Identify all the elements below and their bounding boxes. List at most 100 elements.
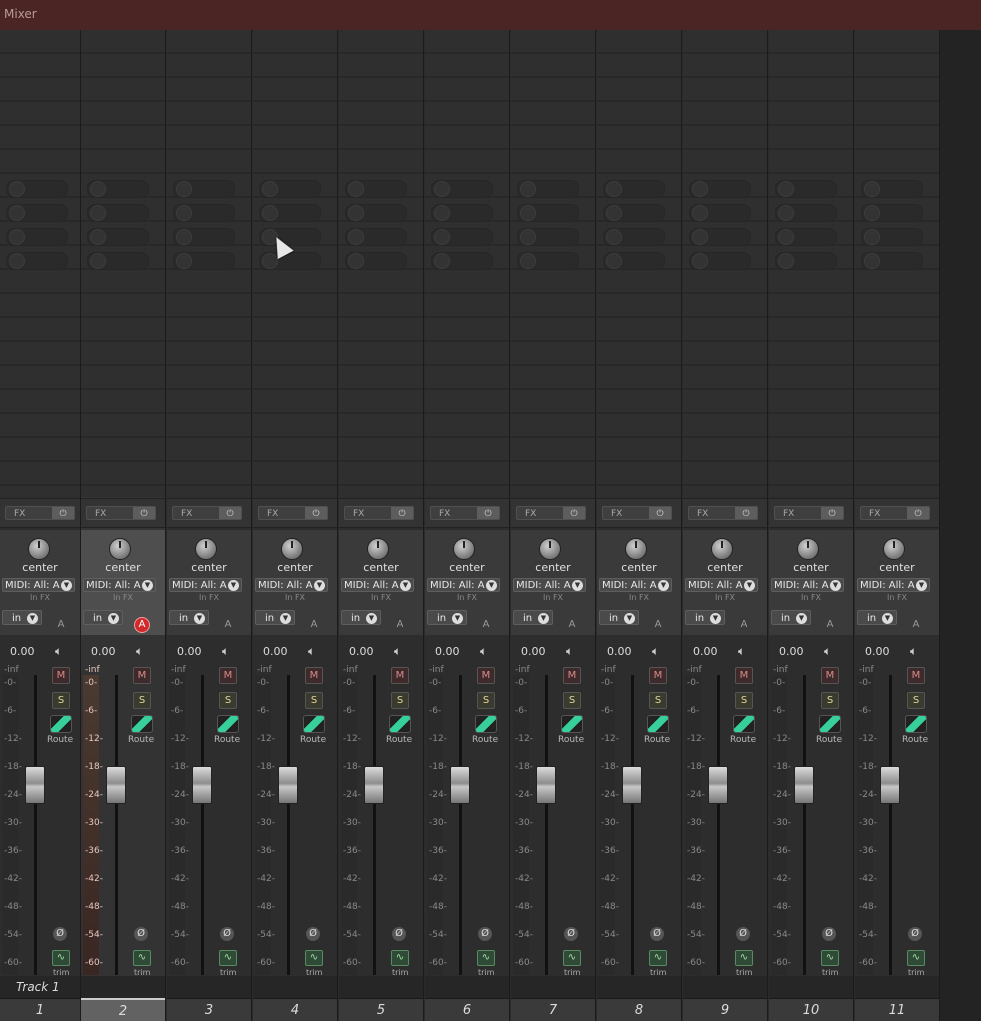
volume-fader[interactable] — [880, 766, 900, 804]
solo-button[interactable]: S — [649, 692, 667, 709]
send-slot[interactable] — [259, 252, 321, 270]
volume-fader[interactable] — [25, 766, 45, 804]
fx-power-icon[interactable]: ⏻ — [219, 507, 241, 519]
envelope-icon[interactable]: ∿ — [477, 950, 495, 966]
send-knob-icon[interactable] — [176, 205, 192, 221]
send-knob-icon[interactable] — [520, 229, 536, 245]
send-slot[interactable] — [173, 204, 235, 222]
solo-button[interactable]: S — [305, 692, 323, 709]
envelope-icon[interactable]: ∿ — [821, 950, 839, 966]
track-number-row[interactable]: 7 — [511, 998, 595, 1021]
volume-fader[interactable] — [106, 766, 126, 804]
track-number-row[interactable]: 8 — [597, 998, 681, 1021]
mute-button[interactable]: M — [563, 667, 581, 684]
track-number-row[interactable]: 1 — [0, 998, 80, 1021]
send-slot[interactable] — [87, 252, 149, 270]
solo-button[interactable]: S — [907, 692, 925, 709]
envelope-icon[interactable]: ∿ — [52, 950, 70, 966]
speaker-icon[interactable]: 🔈︎ — [394, 644, 401, 659]
automation-button[interactable]: A — [908, 617, 924, 633]
midi-input-selector[interactable]: MIDI: All: A ▼ — [685, 578, 758, 592]
track-number-row[interactable]: 2 — [81, 998, 165, 1021]
send-knob-icon[interactable] — [864, 229, 880, 245]
pan-knob[interactable] — [195, 538, 217, 560]
midi-input-selector[interactable]: MIDI: All: A ▼ — [513, 578, 586, 592]
midi-input-selector[interactable]: MIDI: All: A ▼ — [169, 578, 242, 592]
send-slot[interactable] — [517, 252, 579, 270]
track-number-row[interactable]: 5 — [339, 998, 423, 1021]
speaker-icon[interactable]: 🔈︎ — [308, 644, 315, 659]
route-icon[interactable] — [475, 715, 497, 733]
send-slot[interactable] — [87, 204, 149, 222]
midi-input-selector[interactable]: MIDI: All: A ▼ — [857, 578, 930, 592]
solo-button[interactable]: S — [563, 692, 581, 709]
send-knob-icon[interactable] — [606, 253, 622, 269]
send-slot[interactable] — [861, 228, 923, 246]
send-slot[interactable] — [689, 252, 751, 270]
speaker-icon[interactable]: 🔈︎ — [136, 644, 143, 659]
track-name-row[interactable] — [511, 976, 595, 998]
send-slot[interactable] — [603, 228, 665, 246]
send-slot[interactable] — [775, 204, 837, 222]
envelope-icon[interactable]: ∿ — [649, 950, 667, 966]
mute-button[interactable]: M — [477, 667, 495, 684]
send-knob-icon[interactable] — [262, 181, 278, 197]
speaker-icon[interactable]: 🔈︎ — [480, 644, 487, 659]
solo-button[interactable]: S — [133, 692, 151, 709]
envelope-icon[interactable]: ∿ — [907, 950, 925, 966]
send-knob-icon[interactable] — [90, 229, 106, 245]
speaker-icon[interactable]: 🔈︎ — [55, 644, 62, 659]
fx-list[interactable] — [769, 30, 853, 497]
track-name-row[interactable] — [339, 976, 423, 998]
route-icon[interactable] — [131, 715, 153, 733]
volume-fader[interactable] — [708, 766, 728, 804]
send-slot[interactable] — [431, 228, 493, 246]
mute-button[interactable]: M — [305, 667, 323, 684]
route-icon[interactable] — [733, 715, 755, 733]
mute-button[interactable]: M — [52, 667, 70, 684]
mixer-strip-5[interactable]: FX ⏻ center MIDI: All: A ▼ In FX in ▼ A 0.00 🔈︎ -in… — [339, 30, 424, 1021]
fx-button[interactable]: FX ⏻ — [86, 506, 156, 520]
automation-button[interactable]: A — [134, 617, 150, 633]
fx-button[interactable]: FX ⏻ — [172, 506, 242, 520]
fx-power-icon[interactable]: ⏻ — [649, 507, 671, 519]
mute-button[interactable]: M — [391, 667, 409, 684]
send-knob-icon[interactable] — [262, 205, 278, 221]
fx-list[interactable] — [425, 30, 509, 497]
mute-button[interactable]: M — [735, 667, 753, 684]
pan-knob[interactable] — [281, 538, 303, 560]
solo-button[interactable]: S — [735, 692, 753, 709]
send-slot[interactable] — [431, 180, 493, 198]
solo-button[interactable]: S — [52, 692, 70, 709]
send-slot[interactable] — [259, 180, 321, 198]
input-monitor-button[interactable]: in ▼ — [857, 610, 897, 625]
send-knob-icon[interactable] — [778, 229, 794, 245]
input-monitor-button[interactable]: in ▼ — [341, 610, 381, 625]
send-slot[interactable] — [173, 228, 235, 246]
solo-button[interactable]: S — [821, 692, 839, 709]
send-slot[interactable] — [431, 252, 493, 270]
mixer-strip-11[interactable]: FX ⏻ center MIDI: All: A ▼ In FX in ▼ A 0.00 🔈︎ -in… — [855, 30, 940, 1021]
send-slot[interactable] — [173, 180, 235, 198]
fx-button[interactable]: FX ⏻ — [5, 506, 75, 520]
send-knob-icon[interactable] — [434, 205, 450, 221]
route-icon[interactable] — [389, 715, 411, 733]
send-knob-icon[interactable] — [692, 205, 708, 221]
send-knob-icon[interactable] — [864, 205, 880, 221]
volume-fader[interactable] — [278, 766, 298, 804]
volume-fader[interactable] — [794, 766, 814, 804]
fx-button[interactable]: FX ⏻ — [688, 506, 758, 520]
route-icon[interactable] — [905, 715, 927, 733]
send-slot[interactable] — [345, 180, 407, 198]
pan-knob[interactable] — [797, 538, 819, 560]
track-name-row[interactable] — [167, 976, 251, 998]
mixer-strip-8[interactable]: FX ⏻ center MIDI: All: A ▼ In FX in ▼ A 0.00 🔈︎ -in… — [597, 30, 682, 1021]
fx-list[interactable] — [81, 30, 165, 497]
automation-button[interactable]: A — [306, 617, 322, 633]
speaker-icon[interactable]: 🔈︎ — [738, 644, 745, 659]
send-slot[interactable] — [603, 180, 665, 198]
send-knob-icon[interactable] — [778, 205, 794, 221]
mixer-strip-10[interactable]: FX ⏻ center MIDI: All: A ▼ In FX in ▼ A 0.00 🔈︎ -in… — [769, 30, 854, 1021]
send-knob-icon[interactable] — [606, 205, 622, 221]
send-slot[interactable] — [861, 204, 923, 222]
